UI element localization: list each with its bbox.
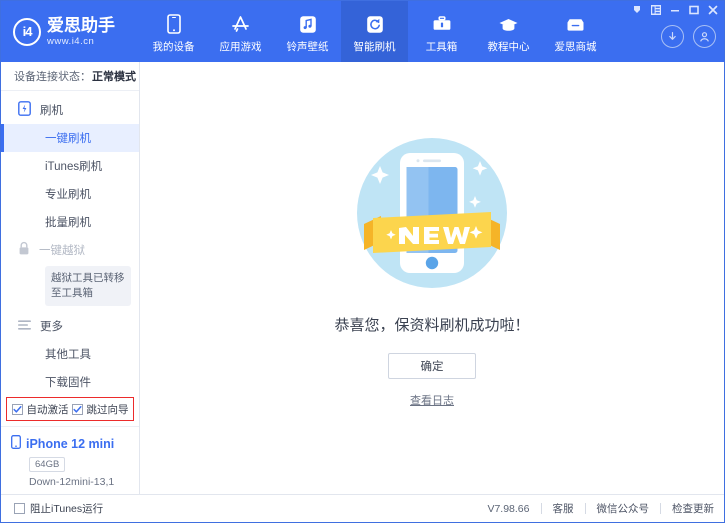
nav-item-tutorial-center[interactable]: 教程中心 — [475, 1, 542, 62]
brand-name: 爱思助手 — [47, 17, 115, 34]
download-icon[interactable] — [661, 25, 684, 48]
version-label: V7.98.66 — [487, 503, 529, 515]
nav-item-apps-games[interactable]: 应用游戏 — [207, 1, 274, 62]
main-body: 设备连接状态：正常模式 刷机 一键刷机 iTunes刷机 专业刷机 — [1, 62, 724, 494]
checkbox-auto-activate[interactable]: 自动激活 — [12, 402, 69, 417]
checkbox-skip-wizard[interactable]: 跳过向导 — [72, 402, 129, 417]
divider — [660, 503, 661, 514]
device-name: iPhone 12 mini — [26, 437, 114, 451]
close-icon[interactable] — [707, 4, 718, 15]
nav-label: 教程中心 — [488, 39, 530, 54]
menu-icon[interactable] — [650, 4, 661, 15]
nav-label: 爱思商城 — [555, 39, 597, 54]
toolbox-icon — [432, 14, 452, 35]
sidebar-group-flash[interactable]: 刷机 — [1, 96, 139, 124]
checkbox-box — [72, 404, 83, 415]
appstore-icon — [230, 14, 251, 35]
connection-status-value: 正常模式 — [92, 68, 136, 84]
divider — [585, 503, 586, 514]
store-icon — [565, 14, 586, 35]
brand-logo: i4 爱思助手 www.i4.cn — [1, 1, 140, 62]
nav-item-toolbox[interactable]: 工具箱 — [408, 1, 475, 62]
graduation-cap-icon — [498, 14, 519, 35]
device-name-row: iPhone 12 mini — [11, 435, 139, 452]
sidebar-item-label: 专业刷机 — [45, 186, 91, 202]
nav-label: 我的设备 — [153, 39, 195, 54]
sidebar-item-label: 批量刷机 — [45, 214, 91, 230]
connection-status: 设备连接状态：正常模式 — [1, 62, 139, 91]
sidebar-group-label: 一键越狱 — [39, 242, 85, 258]
account-actions — [661, 25, 716, 48]
checkbox-label: 跳过向导 — [87, 402, 129, 417]
sidebar-item-label: 下载固件 — [45, 374, 91, 390]
maximize-icon[interactable] — [688, 4, 699, 15]
nav-label: 铃声壁纸 — [287, 39, 329, 54]
jailbreak-tooltip: 越狱工具已转移至工具箱 — [45, 266, 131, 306]
pin-icon[interactable] — [631, 4, 642, 15]
brand-url: www.i4.cn — [47, 37, 115, 47]
nav-item-my-device[interactable]: 我的设备 — [140, 1, 207, 62]
sidebar-scroll: 刷机 一键刷机 iTunes刷机 专业刷机 批量刷机 — [1, 91, 139, 391]
footer-link-wechat[interactable]: 微信公众号 — [597, 501, 650, 516]
nav-items: 我的设备 应用游戏 铃声壁纸 智能刷机 — [140, 1, 609, 62]
success-message: 恭喜您，保资料刷机成功啦！ — [334, 314, 529, 335]
nav-label: 智能刷机 — [354, 39, 396, 54]
checkbox-box — [12, 404, 23, 415]
footer-link-check-update[interactable]: 检查更新 — [672, 501, 714, 516]
music-note-icon — [299, 14, 317, 35]
checkbox-block-itunes[interactable]: 阻止iTunes运行 — [14, 501, 103, 516]
brand-mark-text: i4 — [23, 24, 32, 39]
app-window: i4 爱思助手 www.i4.cn 我的设备 应用游戏 — [0, 0, 725, 523]
sidebar-item-label: 一键刷机 — [45, 130, 91, 146]
sidebar-item-one-key-flash[interactable]: 一键刷机 — [1, 124, 139, 152]
sidebar-item-itunes-flash[interactable]: iTunes刷机 — [1, 152, 139, 180]
footer-links: V7.98.66 客服 微信公众号 检查更新 — [487, 501, 714, 516]
nav-label: 工具箱 — [426, 39, 458, 54]
sidebar-item-label: 其他工具 — [45, 346, 91, 362]
top-navigation-bar: i4 爱思助手 www.i4.cn 我的设备 应用游戏 — [1, 1, 724, 62]
sidebar-item-pro-flash[interactable]: 专业刷机 — [1, 180, 139, 208]
sidebar-group-label: 更多 — [40, 318, 63, 334]
phone-icon — [11, 435, 21, 452]
lock-icon — [18, 241, 30, 259]
user-account-icon[interactable] — [693, 25, 716, 48]
sidebar-group-jailbreak: 一键越狱 — [1, 236, 139, 264]
footer-link-support[interactable]: 客服 — [553, 501, 574, 516]
flash-options-highlight-box: 自动激活 跳过向导 — [6, 397, 134, 421]
brand-mark-icon: i4 — [13, 18, 41, 46]
sidebar-group-more[interactable]: 更多 — [1, 312, 139, 340]
sidebar-group-label: 刷机 — [40, 102, 63, 118]
list-icon — [18, 319, 31, 334]
nav-item-store[interactable]: 爱思商城 — [542, 1, 609, 62]
confirm-button[interactable]: 确定 — [388, 353, 476, 379]
device-capacity-badge: 64GB — [29, 457, 65, 472]
device-identifier: Down-12mini-13,1 — [29, 476, 139, 488]
footer-bar: 阻止iTunes运行 V7.98.66 客服 微信公众号 检查更新 — [1, 494, 724, 522]
refresh-icon — [366, 14, 384, 35]
connection-status-label: 设备连接状态： — [14, 68, 91, 84]
sidebar: 设备连接状态：正常模式 刷机 一键刷机 iTunes刷机 专业刷机 — [1, 62, 140, 494]
checkbox-label: 阻止iTunes运行 — [30, 501, 103, 516]
sidebar-item-label: iTunes刷机 — [45, 158, 102, 174]
sidebar-item-other-tools[interactable]: 其他工具 — [1, 340, 139, 368]
sidebar-item-download-firmware[interactable]: 下载固件 — [1, 368, 139, 391]
nav-label: 应用游戏 — [220, 39, 262, 54]
view-log-link[interactable]: 查看日志 — [410, 392, 454, 408]
new-badge-phone-illustration — [339, 120, 525, 306]
device-info[interactable]: iPhone 12 mini 64GB Down-12mini-13,1 — [1, 426, 139, 494]
nav-item-ringtones-wallpaper[interactable]: 铃声壁纸 — [274, 1, 341, 62]
minimize-icon[interactable] — [669, 4, 680, 15]
phone-flash-icon — [18, 101, 31, 119]
main-content: 恭喜您，保资料刷机成功啦！ 确定 查看日志 — [140, 62, 724, 494]
nav-item-smart-flash[interactable]: 智能刷机 — [341, 1, 408, 62]
sidebar-item-batch-flash[interactable]: 批量刷机 — [1, 208, 139, 236]
checkbox-box — [14, 503, 25, 514]
checkbox-label: 自动激活 — [27, 402, 69, 417]
window-controls — [631, 4, 718, 15]
divider — [541, 503, 542, 514]
phone-icon — [167, 14, 181, 35]
